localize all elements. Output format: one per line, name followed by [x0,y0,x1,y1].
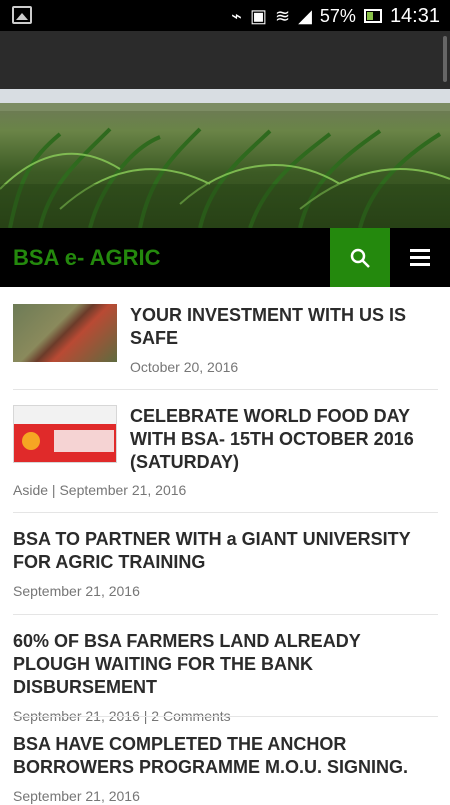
no-sim-icon: ▣ [249,5,267,26]
wifi-icon: ≋ [274,5,291,26]
post-date[interactable]: September 21, 2016 [59,482,186,498]
vibrate-icon: ⌁ [231,5,242,26]
post-title[interactable]: BSA TO PARTNER WITH a GIANT UNIVERSITY F… [13,528,438,574]
divider [13,389,438,390]
list-item: BSA TO PARTNER WITH a GIANT UNIVERSITY F… [13,528,438,600]
battery-icon [363,9,382,23]
status-bar: ⌁ ▣ ≋ ◢ 57% 14:31 [0,0,450,31]
site-title[interactable]: BSA e- AGRIC [13,245,161,271]
divider [13,614,438,615]
post-title[interactable]: 60% OF BSA FARMERS LAND ALREADY PLOUGH W… [13,630,438,699]
status-icons: ⌁ ▣ ≋ ◢ 57% 14:31 [231,4,440,28]
post-meta: Aside | September 21, 2016 [13,482,187,498]
post-title[interactable]: YOUR INVESTMENT WITH US IS SAFE [130,304,430,350]
post-format-aside[interactable]: Aside [13,482,48,498]
menu-icon [410,249,430,252]
list-item: BSA HAVE COMPLETED THE ANCHOR BORROWERS … [13,733,438,805]
battery-percent: 57% [319,5,356,26]
list-item: YOUR INVESTMENT WITH US IS SAFE October … [130,304,430,376]
post-date[interactable]: September 21, 2016 [13,582,438,600]
post-date[interactable]: September 21, 2016 [13,787,438,805]
divider [13,716,438,717]
browser-top-area [0,31,450,89]
menu-icon [410,263,430,266]
scrollbar[interactable] [443,36,447,82]
post-date[interactable]: October 20, 2016 [130,358,430,376]
menu-icon [410,256,430,259]
clock: 14:31 [389,4,440,27]
list-item: 60% OF BSA FARMERS LAND ALREADY PLOUGH W… [13,630,438,726]
search-icon [350,248,370,268]
post-thumbnail[interactable] [13,405,117,463]
signal-icon: ◢ [298,5,312,26]
image-icon [12,6,32,24]
post-thumbnail[interactable] [13,304,117,362]
post-title[interactable]: BSA HAVE COMPLETED THE ANCHOR BORROWERS … [13,733,438,779]
header-banner-image [0,89,450,228]
post-title[interactable]: CELEBRATE WORLD FOOD DAY WITH BSA- 15TH … [130,405,430,474]
maize-field-illustration [0,89,450,228]
divider [13,512,438,513]
search-button[interactable] [330,228,390,287]
list-item: CELEBRATE WORLD FOOD DAY WITH BSA- 15TH … [130,405,430,474]
menu-button[interactable] [390,228,450,287]
